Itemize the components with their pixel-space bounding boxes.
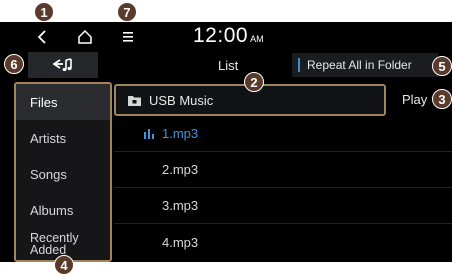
media-list-screen: 12:00AM List Repeat All in Folder Files — [0, 22, 452, 262]
sidebar-item-songs[interactable]: Songs — [16, 156, 110, 192]
file-name: 4.mp3 — [162, 234, 199, 250]
callout-3: 3 — [432, 89, 452, 109]
repeat-mode-label: Repeat All in Folder — [307, 58, 412, 72]
folder-icon — [128, 95, 141, 106]
now-playing-equalizer-icon — [144, 129, 154, 139]
page-title: List — [218, 58, 239, 73]
clock-time: 12:00 — [193, 24, 249, 47]
file-name: 1.mp3 — [162, 126, 199, 141]
file-name: 3.mp3 — [162, 198, 199, 213]
file-name: 2.mp3 — [162, 162, 199, 177]
menu-button[interactable] — [118, 28, 138, 46]
home-button[interactable] — [74, 26, 96, 48]
callout-1: 1 — [34, 2, 54, 22]
clock-ampm: AM — [250, 34, 264, 44]
category-sidebar: Files Artists Songs Albums Recently Added — [14, 82, 112, 262]
sidebar-item-label: Files — [30, 94, 58, 110]
return-music-icon — [52, 58, 72, 72]
sidebar-item-albums[interactable]: Albums — [16, 192, 110, 228]
back-button[interactable] — [32, 26, 54, 48]
callout-4: 4 — [54, 255, 74, 275]
callout-2: 2 — [244, 72, 264, 92]
repeat-indicator — [298, 58, 300, 72]
back-chevron-icon — [37, 30, 46, 44]
clock: 12:00 AM — [193, 24, 264, 48]
play-button[interactable]: Play — [402, 92, 427, 107]
list-item[interactable]: 2.mp3 — [114, 152, 452, 188]
list-item[interactable]: 4.mp3 — [114, 224, 452, 260]
sidebar-item-label: Albums — [30, 202, 74, 218]
callout-5: 5 — [432, 56, 452, 76]
menu-icon — [123, 32, 133, 42]
callout-6: 6 — [4, 54, 24, 74]
folder-label: USB Music — [149, 92, 214, 108]
status-bar: 12:00 AM — [0, 22, 452, 50]
home-icon — [78, 29, 92, 44]
sidebar-item-label: Artists — [30, 130, 67, 146]
sidebar-item-artists[interactable]: Artists — [16, 120, 110, 156]
list-item[interactable]: 1.mp3 — [114, 116, 452, 152]
header: List Repeat All in Folder — [0, 50, 452, 80]
media-source-button[interactable] — [28, 52, 98, 78]
sidebar-item-label: Recently Added — [30, 232, 79, 257]
sidebar-item-files[interactable]: Files — [16, 84, 110, 120]
list-item[interactable]: 3.mp3 — [114, 188, 452, 224]
repeat-mode-button[interactable]: Repeat All in Folder — [292, 53, 438, 77]
sidebar-item-label: Songs — [30, 166, 67, 182]
callout-7: 7 — [117, 2, 137, 22]
